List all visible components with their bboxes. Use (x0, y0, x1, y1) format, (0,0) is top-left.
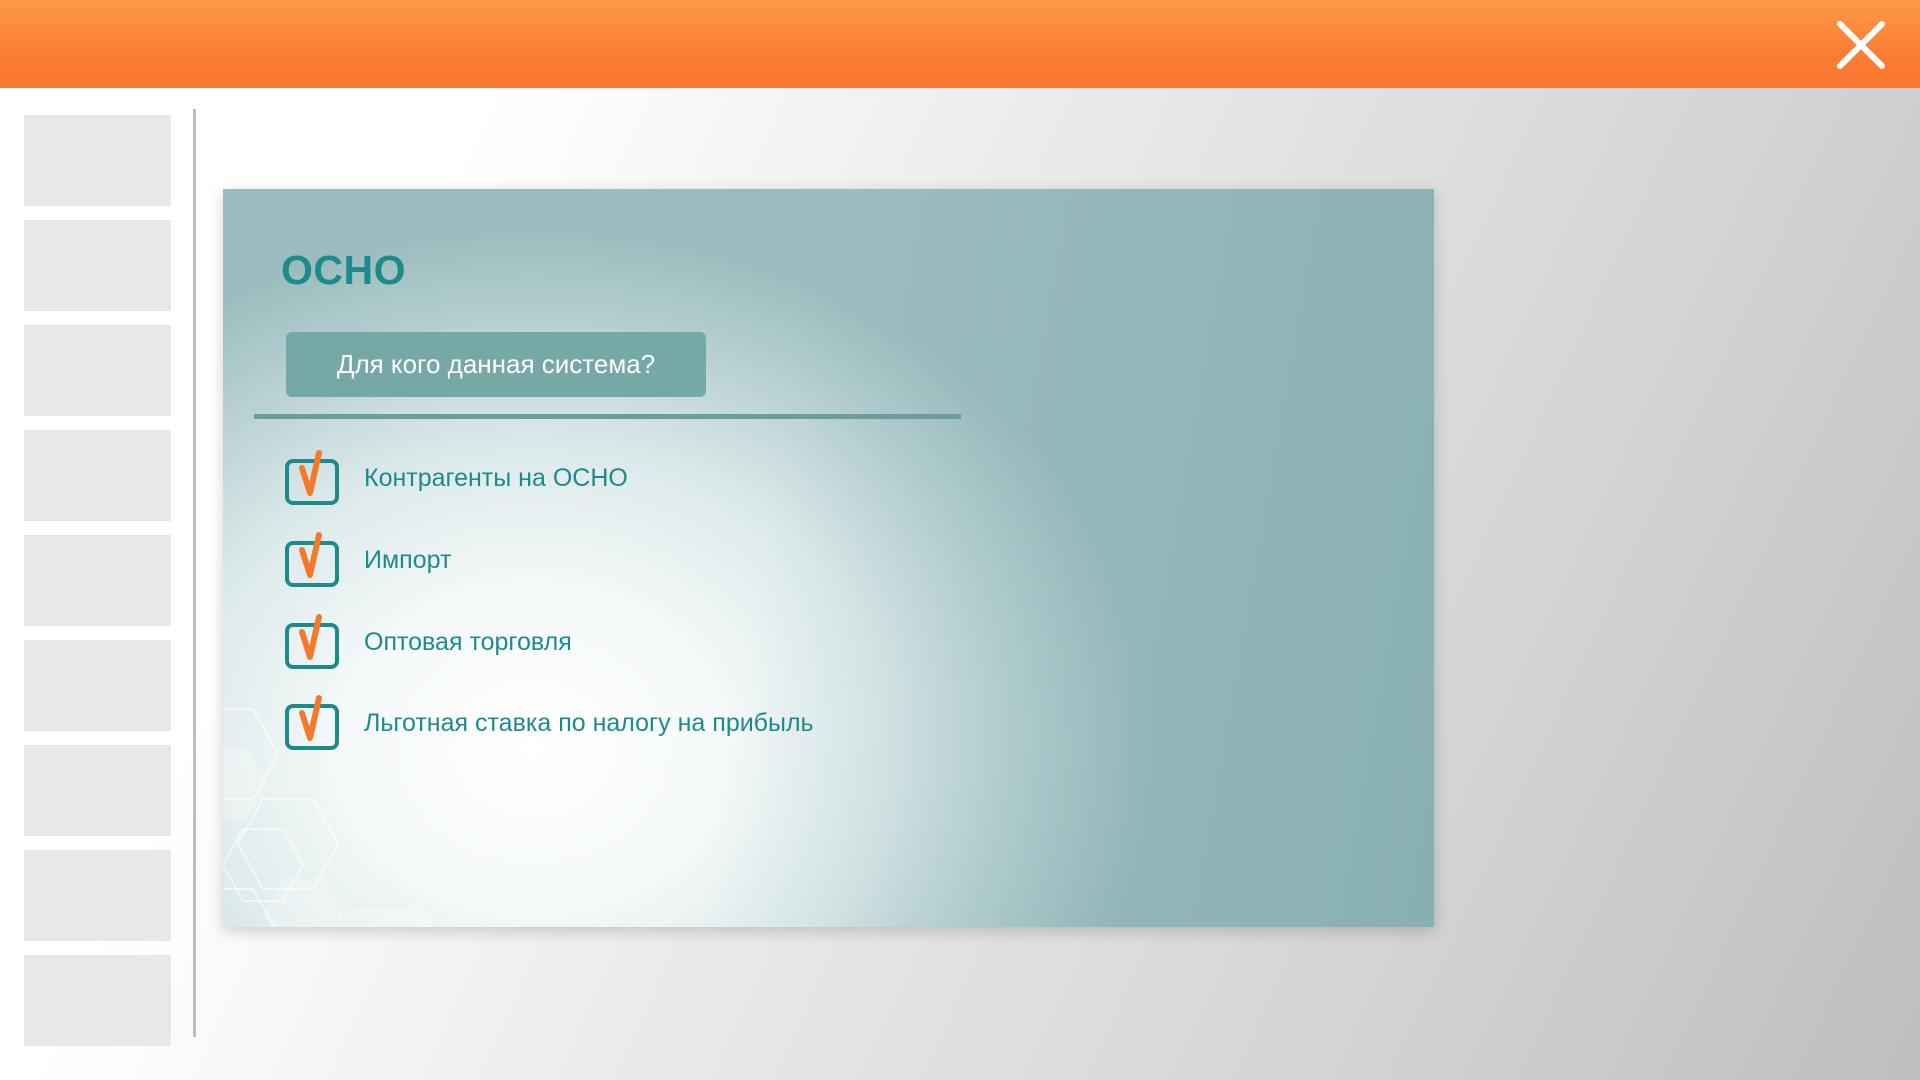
slide-thumbnail[interactable] (24, 955, 171, 1046)
slide-thumbnail[interactable] (24, 640, 171, 731)
list-item-label: Льготная ставка по налогу на прибыль (364, 708, 814, 737)
title-underline (254, 414, 961, 419)
checkbox-checked-icon (283, 531, 341, 589)
list-item-label: Контрагенты на ОСНО (364, 463, 628, 492)
top-bar (0, 0, 1920, 88)
slide-thumbnail-list (24, 115, 171, 1060)
thumbnail-divider (193, 109, 196, 1037)
checkbox-checked-icon (283, 613, 341, 671)
question-button[interactable]: Для кого данная система? (286, 332, 706, 397)
slide-thumbnail[interactable] (24, 325, 171, 416)
slide-thumbnail[interactable] (24, 115, 171, 206)
list-item: Льготная ставка по налогу на прибыль (283, 694, 814, 752)
list-item: Оптовая торговля (283, 613, 572, 671)
checkbox-checked-icon (283, 694, 341, 752)
close-icon (1837, 21, 1885, 69)
slide-thumbnail[interactable] (24, 535, 171, 626)
list-item-label: Оптовая торговля (364, 627, 572, 656)
slide-thumbnail[interactable] (24, 430, 171, 521)
slide-thumbnail[interactable] (24, 745, 171, 836)
list-item: Импорт (283, 531, 452, 589)
list-item-label: Импорт (364, 545, 452, 574)
checkbox-checked-icon (283, 449, 341, 507)
list-item: Контрагенты на ОСНО (283, 449, 628, 507)
slide-thumbnail[interactable] (24, 220, 171, 311)
slide-canvas: ОСНО Для кого данная система? Контрагент… (223, 189, 1434, 927)
slide-thumbnail[interactable] (24, 850, 171, 941)
slide-title: ОСНО (281, 247, 406, 293)
close-button[interactable] (1832, 16, 1890, 74)
